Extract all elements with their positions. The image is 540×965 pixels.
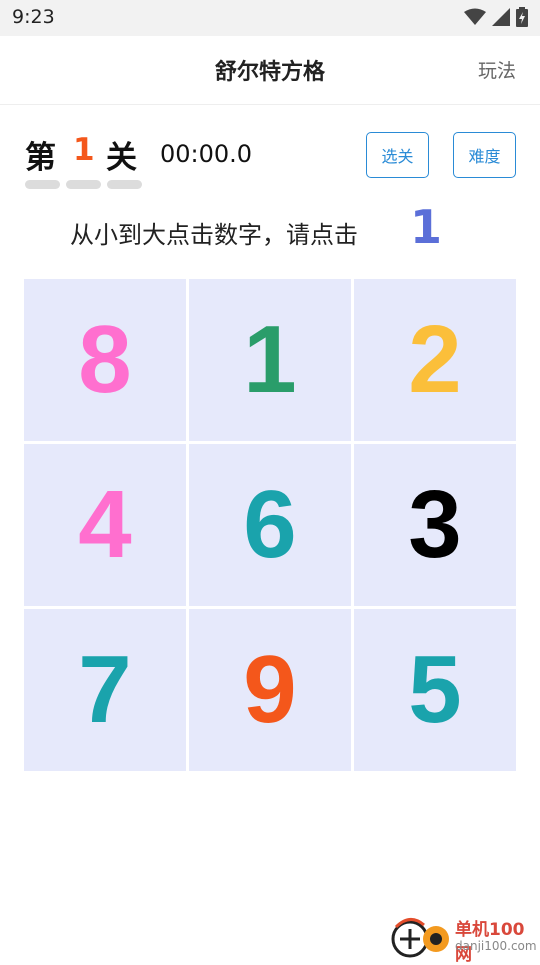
app-bar: 舒尔特方格 玩法: [0, 36, 540, 105]
select-level-button[interactable]: 选关: [366, 132, 429, 178]
watermark-logo-icon: [391, 918, 449, 958]
page-title: 舒尔特方格: [214, 60, 325, 85]
status-time: 9:23: [12, 6, 55, 28]
grid-cell[interactable]: 5: [354, 609, 516, 771]
watermark: 单机100网 danji100.com: [390, 915, 540, 965]
level-prefix: 第: [25, 140, 56, 176]
level-progress-dot: [66, 180, 101, 189]
status-bar: 9:23: [0, 0, 540, 36]
grid-cell[interactable]: 8: [24, 279, 186, 441]
grid-cell[interactable]: 1: [189, 279, 351, 441]
wifi-icon: [464, 8, 486, 25]
schulte-grid: 812 463 795: [24, 279, 516, 771]
grid-cell[interactable]: 2: [354, 279, 516, 441]
timer: 00:00.0: [160, 140, 253, 168]
grid-cell[interactable]: 9: [189, 609, 351, 771]
watermark-domain: danji100.com: [455, 939, 537, 953]
instruction-text: 从小到大点击数字，请点击: [70, 221, 358, 249]
level-progress-dot: [107, 180, 142, 189]
battery-icon: [516, 7, 528, 27]
rules-button[interactable]: 玩法: [478, 56, 516, 83]
cell-signal-icon: [492, 8, 510, 26]
level-number: 1: [73, 132, 95, 168]
status-icons: [464, 7, 528, 27]
level-progress-dot: [25, 180, 60, 189]
grid-cell[interactable]: 7: [24, 609, 186, 771]
grid-cell[interactable]: 4: [24, 444, 186, 606]
difficulty-button[interactable]: 难度: [453, 132, 516, 178]
grid-cell[interactable]: 3: [354, 444, 516, 606]
grid-cell[interactable]: 6: [189, 444, 351, 606]
target-number: 1: [410, 200, 443, 254]
level-suffix: 关: [106, 140, 137, 176]
